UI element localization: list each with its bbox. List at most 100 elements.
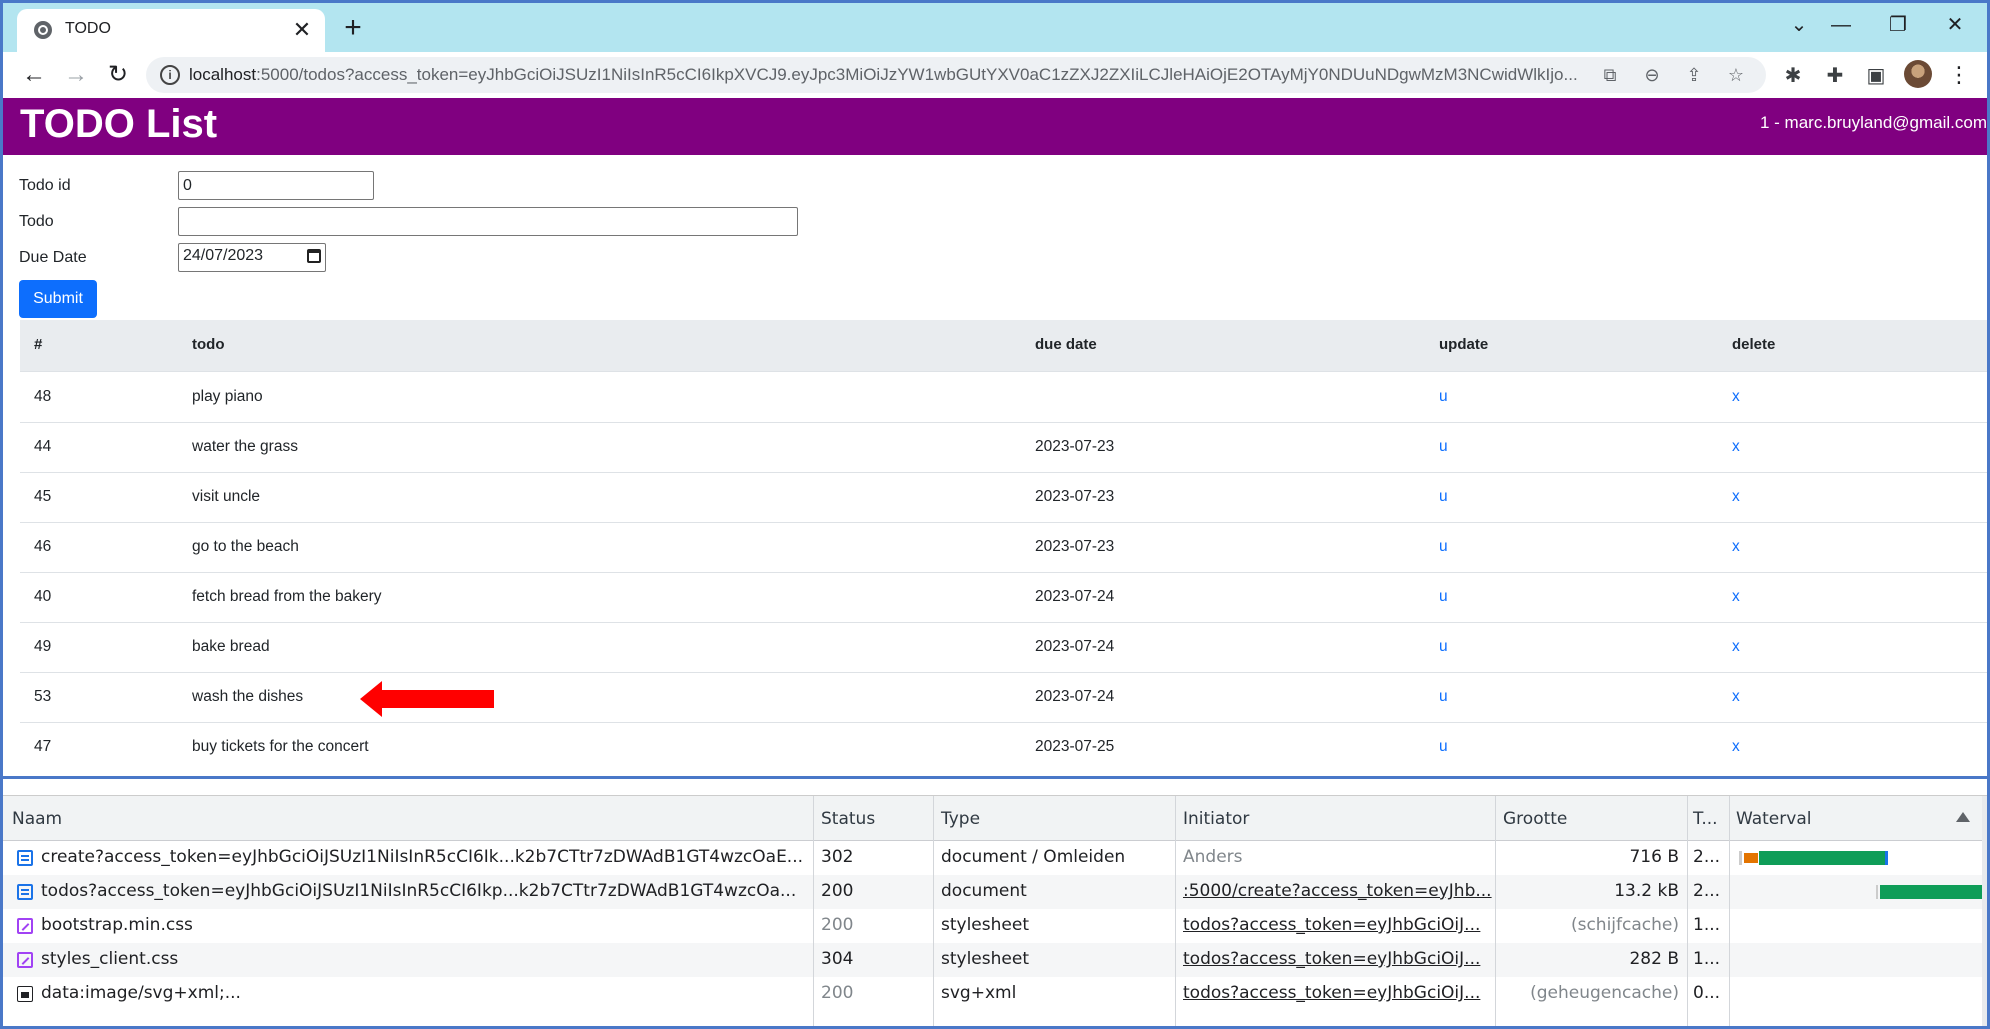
restore-button[interactable]: ❐ xyxy=(1878,7,1918,43)
row-due-date: 2023-07-23 xyxy=(1035,488,1115,505)
delete-link[interactable]: x xyxy=(1732,388,1740,406)
close-tab-icon[interactable]: ✕ xyxy=(289,17,315,43)
delete-link[interactable]: x xyxy=(1732,538,1740,556)
star-icon[interactable]: ☆ xyxy=(1720,62,1752,88)
row-id: 47 xyxy=(34,738,52,755)
col-time-header[interactable]: T... xyxy=(1693,809,1718,829)
todo-id-input[interactable] xyxy=(178,171,374,200)
reload-icon[interactable]: ↻ xyxy=(101,58,135,92)
request-time: 0... xyxy=(1693,983,1721,1003)
header-due-date: due date xyxy=(1035,336,1097,353)
tab-title: TODO xyxy=(65,20,111,37)
delete-link[interactable]: x xyxy=(1732,638,1740,656)
update-link[interactable]: u xyxy=(1439,388,1448,406)
request-initiator[interactable]: todos?access_token=eyJhbGciOiJ... xyxy=(1183,915,1493,935)
devtools-scrollbar[interactable] xyxy=(1982,796,1987,1026)
col-size-header[interactable]: Grootte xyxy=(1503,809,1567,829)
network-row[interactable]: styles_client.css 304 stylesheet todos?a… xyxy=(3,943,1982,977)
bug-extension-icon[interactable]: ✱ xyxy=(1778,61,1808,91)
web-page: TODO List 1 - marc.bruyland@gmail.com To… xyxy=(3,98,1987,778)
table-row: 45 visit uncle 2023-07-23 u x xyxy=(20,472,1987,523)
row-id: 48 xyxy=(34,388,52,405)
profile-avatar[interactable] xyxy=(1904,60,1932,88)
network-row[interactable]: bootstrap.min.css 200 stylesheet todos?a… xyxy=(3,909,1982,943)
request-type: document / Omleiden xyxy=(941,847,1126,867)
devtools-divider[interactable] xyxy=(3,776,1987,779)
col-name-header[interactable]: Naam xyxy=(12,809,62,829)
row-todo: visit uncle xyxy=(192,488,261,505)
user-info: 1 - marc.bruyland@gmail.com xyxy=(1760,113,1987,132)
column-divider[interactable] xyxy=(1687,796,1688,1026)
column-divider[interactable] xyxy=(1175,796,1176,1026)
delete-link[interactable]: x xyxy=(1732,488,1740,506)
table-row: 47 buy tickets for the concert 2023-07-2… xyxy=(20,722,1987,772)
minimize-button[interactable]: — xyxy=(1821,7,1861,43)
calendar-icon[interactable] xyxy=(307,249,321,263)
request-size: 282 B xyxy=(1629,949,1679,969)
col-type-header[interactable]: Type xyxy=(941,809,980,829)
tab-strip: TODO ✕ + ⌄ — ❐ ✕ xyxy=(3,3,1987,52)
update-link[interactable]: u xyxy=(1439,638,1448,656)
translate-icon[interactable]: ⧉ xyxy=(1594,62,1626,88)
close-window-button[interactable]: ✕ xyxy=(1935,7,1975,43)
due-date-input[interactable]: 24/07/2023 xyxy=(178,243,326,272)
update-link[interactable]: u xyxy=(1439,588,1448,606)
update-link[interactable]: u xyxy=(1439,488,1448,506)
stylesheet-icon xyxy=(17,918,33,934)
side-panel-icon[interactable]: ▣ xyxy=(1861,61,1891,91)
row-todo: play piano xyxy=(192,388,263,405)
delete-link[interactable]: x xyxy=(1732,688,1740,706)
delete-link[interactable]: x xyxy=(1732,438,1740,456)
todo-label: Todo xyxy=(19,213,54,230)
network-row[interactable]: data:image/svg+xml;... 200 svg+xml todos… xyxy=(3,977,1982,1011)
request-time: 1... xyxy=(1693,949,1721,969)
document-icon xyxy=(17,850,33,866)
table-header: # todo due date update delete xyxy=(20,320,1987,372)
forward-arrow-icon[interactable]: → xyxy=(59,58,93,92)
url-text[interactable]: localhost:5000/todos?access_token=eyJhbG… xyxy=(189,65,1609,85)
back-arrow-icon[interactable]: ← xyxy=(17,58,51,92)
address-bar[interactable]: i localhost:5000/todos?access_token=eyJh… xyxy=(146,57,1766,93)
network-row[interactable]: create?access_token=eyJhbGciOiJSUzI1NiIs… xyxy=(3,841,1982,875)
col-initiator-header[interactable]: Initiator xyxy=(1183,809,1249,829)
new-tab-button[interactable]: + xyxy=(337,13,369,45)
row-todo: bake bread xyxy=(192,638,270,655)
browser-tab[interactable]: TODO ✕ xyxy=(17,9,325,52)
info-icon[interactable]: i xyxy=(160,65,180,85)
column-divider[interactable] xyxy=(1495,796,1496,1026)
tab-search-button[interactable]: ⌄ xyxy=(1779,7,1819,43)
col-status-header[interactable]: Status xyxy=(821,809,875,829)
request-initiator[interactable]: todos?access_token=eyJhbGciOiJ... xyxy=(1183,983,1493,1003)
network-row[interactable]: todos?access_token=eyJhbGciOiJSUzI1NiIsI… xyxy=(3,875,1982,909)
waterfall-queue-bar xyxy=(1739,851,1742,865)
row-id: 40 xyxy=(34,588,52,605)
request-status: 200 xyxy=(821,983,854,1003)
request-time: 2... xyxy=(1693,847,1721,867)
request-initiator[interactable]: todos?access_token=eyJhbGciOiJ... xyxy=(1183,949,1493,969)
submit-button[interactable]: Submit xyxy=(19,280,97,318)
delete-link[interactable]: x xyxy=(1732,588,1740,606)
update-link[interactable]: u xyxy=(1439,738,1448,756)
share-icon[interactable]: ⇪ xyxy=(1678,62,1710,88)
waterfall-download-bar xyxy=(1759,851,1885,865)
update-link[interactable]: u xyxy=(1439,538,1448,556)
request-initiator[interactable]: :5000/create?access_token=eyJhb... xyxy=(1183,881,1493,901)
column-divider[interactable] xyxy=(813,796,814,1026)
delete-link[interactable]: x xyxy=(1732,738,1740,756)
puzzle-extensions-icon[interactable]: ✚ xyxy=(1820,61,1850,91)
globe-icon xyxy=(34,21,52,39)
column-divider[interactable] xyxy=(1729,796,1730,1026)
app-brand[interactable]: TODO List xyxy=(20,102,217,147)
request-name: styles_client.css xyxy=(41,949,179,969)
update-link[interactable]: u xyxy=(1439,438,1448,456)
request-name: data:image/svg+xml;... xyxy=(41,983,241,1003)
request-type: stylesheet xyxy=(941,949,1029,969)
update-link[interactable]: u xyxy=(1439,688,1448,706)
todo-input[interactable] xyxy=(178,207,798,236)
waterfall-wait-bar xyxy=(1744,853,1758,863)
more-menu-icon[interactable]: ⋮ xyxy=(1948,60,1970,90)
sort-ascending-icon[interactable] xyxy=(1956,812,1970,822)
column-divider[interactable] xyxy=(933,796,934,1026)
col-waterfall-header[interactable]: Waterval xyxy=(1736,809,1811,829)
zoom-out-icon[interactable]: ⊖ xyxy=(1636,62,1668,88)
